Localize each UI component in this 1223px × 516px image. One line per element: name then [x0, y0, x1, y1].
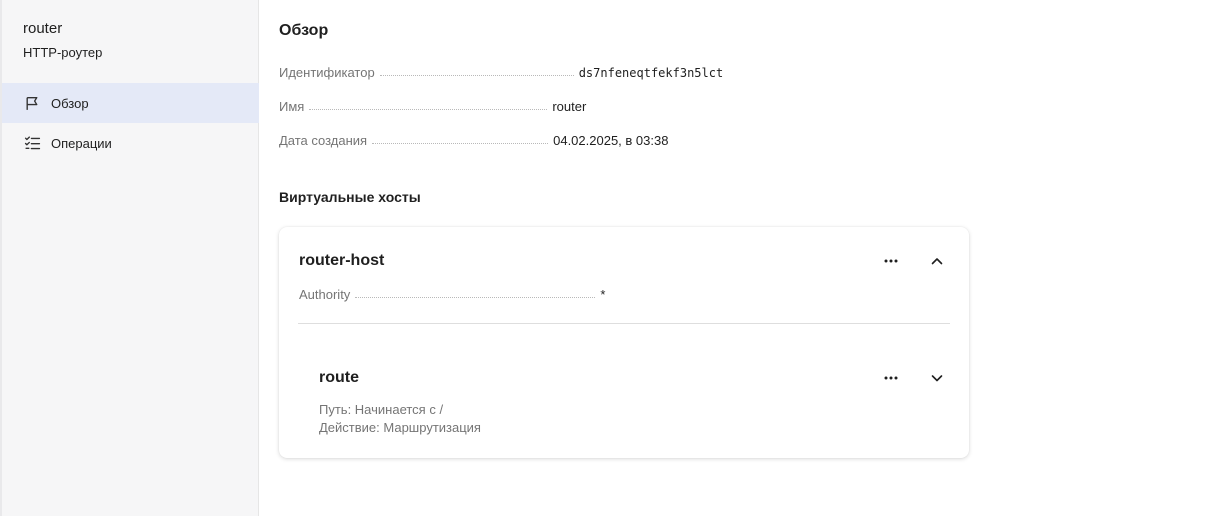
virtual-host-card: router-host Authority * route Путь: Начи…	[279, 227, 969, 458]
field-key: Authority	[299, 287, 351, 302]
sidebar-header: router HTTP-роутер	[23, 20, 102, 61]
host-name: router-host	[299, 252, 385, 269]
app-root: router HTTP-роутер Обзор Операции Обзор …	[0, 0, 1223, 516]
field-row-authority: Authority *	[299, 284, 999, 302]
field-key: Идентификатор	[279, 65, 375, 80]
dotted-leader	[355, 297, 596, 298]
resource-name: router	[23, 20, 63, 37]
ellipsis-icon	[884, 376, 898, 380]
dotted-leader	[309, 109, 548, 110]
chevron-up-icon	[931, 258, 943, 265]
flag-icon	[23, 94, 41, 112]
sidebar: router HTTP-роутер Обзор Операции	[0, 0, 259, 516]
page-title: Обзор	[279, 22, 329, 39]
field-row-id: Идентификатор ds7nfeneqtfekf3n5lct	[279, 62, 979, 80]
sidebar-item-label: Обзор	[51, 95, 89, 111]
field-key: Дата создания	[279, 133, 368, 148]
divider	[298, 323, 950, 324]
dotted-leader	[379, 75, 574, 76]
ellipsis-icon	[884, 259, 898, 263]
main-content: Обзор Идентификатор ds7nfeneqtfekf3n5lct…	[279, 0, 1223, 516]
route-name: route	[319, 369, 359, 386]
field-row-created: Дата создания 04.02.2025, в 03:38	[279, 130, 979, 148]
field-value-authority: *	[600, 287, 606, 302]
host-collapse-button[interactable]	[925, 249, 949, 273]
chevron-down-icon	[931, 375, 943, 382]
sidebar-item-overview[interactable]: Обзор	[2, 83, 259, 123]
field-value-created: 04.02.2025, в 03:38	[553, 133, 669, 148]
section-title-virtual-hosts: Виртуальные хосты	[279, 189, 421, 205]
resource-type: HTTP-роутер	[23, 45, 103, 60]
field-row-name: Имя router	[279, 96, 979, 114]
field-key: Имя	[279, 99, 305, 114]
sidebar-item-label: Операции	[51, 135, 112, 151]
host-more-button[interactable]	[879, 249, 903, 273]
dotted-leader	[372, 143, 549, 144]
field-value-name: router	[552, 99, 587, 114]
checklist-icon	[23, 134, 41, 152]
route-action: Действие: Маршрутизация	[319, 420, 481, 435]
sidebar-item-operations[interactable]: Операции	[2, 123, 259, 163]
route-path: Путь: Начинается с /	[319, 402, 444, 417]
route-expand-button[interactable]	[925, 366, 949, 390]
field-value-id[interactable]: ds7nfeneqtfekf3n5lct	[579, 66, 724, 80]
route-more-button[interactable]	[879, 366, 903, 390]
